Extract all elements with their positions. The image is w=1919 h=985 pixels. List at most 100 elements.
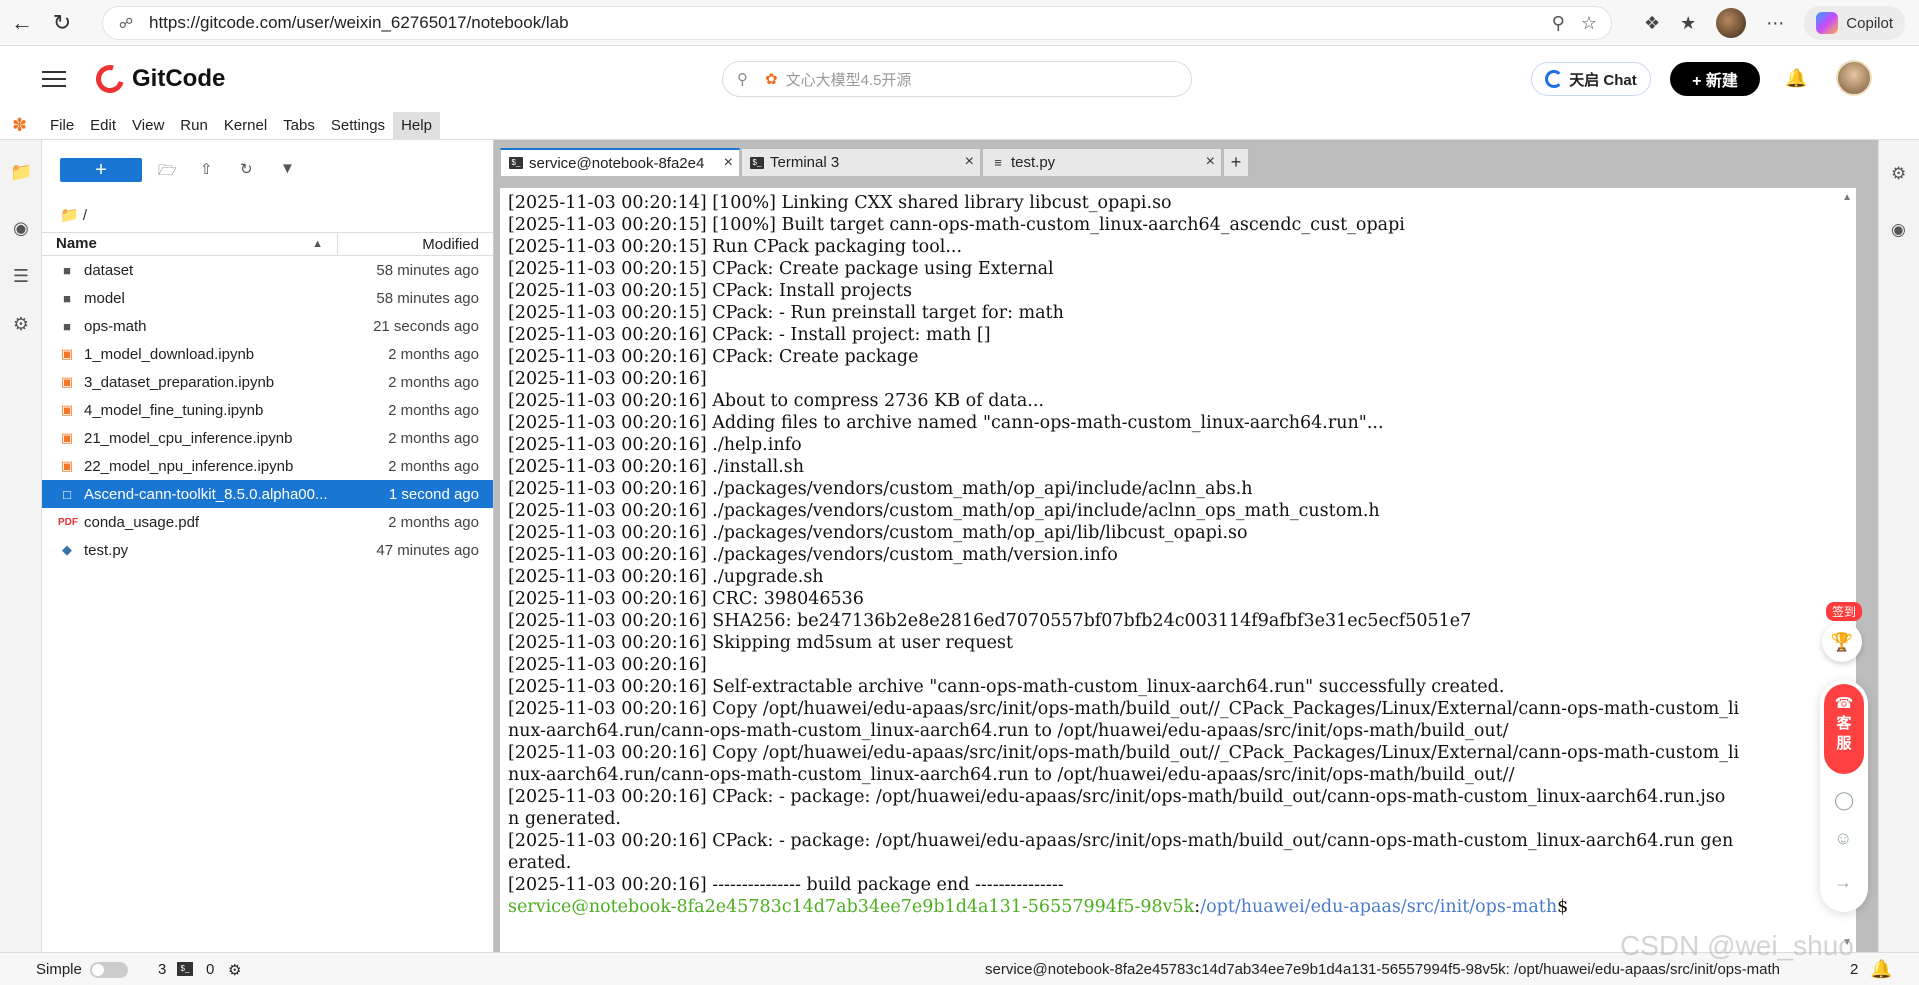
tab-service-terminal[interactable]: $_ service@notebook-8fa2e4 × xyxy=(500,148,740,176)
filter-icon[interactable]: ▼ xyxy=(280,160,295,177)
debugger-icon[interactable]: ◉ xyxy=(1891,220,1906,240)
back-icon[interactable]: ← xyxy=(2,3,42,43)
terminal-prompt[interactable]: service@notebook-8fa2e45783c14d7ab34ee7e… xyxy=(508,896,1856,918)
notebook-icon: ▣ xyxy=(60,458,74,473)
gitcode-brand: GitCode xyxy=(132,65,226,92)
close-icon[interactable]: × xyxy=(724,154,733,172)
notification-bell-icon[interactable]: 🔔 xyxy=(1870,959,1892,980)
new-launcher-button[interactable]: + xyxy=(60,158,142,182)
file-row[interactable]: ▣ 4_model_fine_tuning.ipynb 2 months ago xyxy=(42,396,493,424)
menu-kernel[interactable]: Kernel xyxy=(216,112,275,140)
file-row[interactable]: ■ model 58 minutes ago xyxy=(42,284,493,312)
menu-run[interactable]: Run xyxy=(172,112,216,140)
file-row[interactable]: ▣ 22_model_npu_inference.ipynb 2 months ag… xyxy=(42,452,493,480)
folder-icon: ■ xyxy=(63,318,71,334)
tab-terminal-3[interactable]: $_ Terminal 3 × xyxy=(741,148,981,176)
modified-column-header[interactable]: Modified xyxy=(338,236,493,253)
browser-actions: ❖ ★ ⋯ Copilot xyxy=(1644,0,1919,46)
menu-settings[interactable]: Settings xyxy=(323,112,393,140)
menu-file[interactable]: File xyxy=(42,112,82,140)
notebook-icon: ▣ xyxy=(60,430,74,445)
terminal-output[interactable]: [2025-11-03 00:20:14] [100%] Linking CXX… xyxy=(500,188,1856,952)
terminal-status-icon[interactable]: $_ xyxy=(177,962,193,976)
file-row[interactable]: ▣ 21_model_cpu_inference.ipynb 2 months ag… xyxy=(42,424,493,452)
feedback-icon[interactable]: ◯ xyxy=(1834,790,1854,811)
simple-mode-toggle[interactable] xyxy=(90,962,128,978)
menu-edit[interactable]: Edit xyxy=(82,112,124,140)
hamburger-menu-icon[interactable] xyxy=(42,71,66,87)
tab-test-py[interactable]: ≡ test.py × xyxy=(982,148,1222,176)
address-bar[interactable]: ☍ https://gitcode.com/user/weixin_627650… xyxy=(102,6,1612,40)
main-dock-area: $_ service@notebook-8fa2e4 × $_ Terminal… xyxy=(494,140,1878,952)
menu-tabs[interactable]: Tabs xyxy=(275,112,323,140)
terminal-line: [2025-11-03 00:20:16] xyxy=(508,655,707,675)
file-name: dataset xyxy=(84,261,134,279)
file-name: conda_usage.pdf xyxy=(84,513,200,531)
notebook-icon: ▣ xyxy=(60,374,74,389)
copilot-button[interactable]: Copilot xyxy=(1804,6,1905,40)
table-of-contents-icon[interactable]: ☰ xyxy=(10,266,32,288)
kernel-status-icon[interactable]: ⚙ xyxy=(228,961,241,979)
file-browser-panel: + 🗁 ⇧ ↻ ▼ 📁 / Name ▲ Modified ■ dataset 58… xyxy=(42,140,494,952)
copilot-icon xyxy=(1816,12,1839,34)
terminal-line: [2025-11-03 00:20:15] CPack: - Run prein… xyxy=(508,303,1064,323)
file-row[interactable]: PDF conda_usage.pdf 2 months ago xyxy=(42,508,493,536)
name-column-header[interactable]: Name ▲ xyxy=(42,232,338,256)
menu-help[interactable]: Help xyxy=(393,111,440,140)
file-browser-icon[interactable]: 📁 xyxy=(10,162,32,184)
close-icon[interactable]: × xyxy=(1206,153,1215,171)
extensions-icon[interactable]: ❖ xyxy=(1644,13,1660,34)
file-row[interactable]: ■ dataset 58 minutes ago xyxy=(42,256,493,284)
sign-in-widget[interactable]: 签到 🏆 xyxy=(1820,602,1864,662)
file-row[interactable]: ▣ 1_model_download.ipynb 2 months ago xyxy=(42,340,493,368)
customer-service-button[interactable]: ☎ 客服 xyxy=(1824,684,1864,774)
file-modified: 21 seconds ago xyxy=(373,317,479,335)
new-button[interactable]: + 新建 xyxy=(1670,62,1760,96)
file-name: test.py xyxy=(84,541,129,559)
arrow-right-icon[interactable]: → xyxy=(1834,872,1852,893)
more-icon[interactable]: ⋯ xyxy=(1766,13,1784,34)
terminal-line: nux-aarch64.run/cann-ops-math-custom_lin… xyxy=(508,765,1515,785)
terminal-status-text: service@notebook-8fa2e45783c14d7ab34ee7e… xyxy=(985,961,1780,978)
chat-button[interactable]: 天启 Chat xyxy=(1531,62,1651,96)
prompt-path: /opt/huawei/edu-apaas/src/init/ops-math xyxy=(1200,897,1558,917)
folder-icon: ■ xyxy=(63,290,71,306)
file-row[interactable]: ▣ 3_dataset_preparation.ipynb 2 months ago xyxy=(42,368,493,396)
terminal-lines: [2025-11-03 00:20:14] [100%] Linking CXX… xyxy=(500,188,1856,918)
browser-profile-avatar[interactable] xyxy=(1716,8,1747,38)
property-inspector-icon[interactable]: ⚙ xyxy=(1891,164,1906,184)
sign-in-badge: 签到 xyxy=(1826,602,1863,621)
name-column-label: Name xyxy=(56,235,97,252)
new-folder-icon[interactable]: 🗁 xyxy=(158,160,177,185)
reload-icon[interactable]: ↻ xyxy=(42,3,82,43)
user-avatar[interactable] xyxy=(1836,60,1872,96)
upload-icon[interactable]: ⇧ xyxy=(200,160,213,178)
jupyter-menubar: ✽ File Edit View Run Kernel Tabs Setting… xyxy=(0,111,1919,140)
file-modified: 58 minutes ago xyxy=(376,261,479,279)
menu-view[interactable]: View xyxy=(124,112,172,140)
headset-icon: ☎ xyxy=(1834,695,1854,712)
search-input[interactable]: ⚲ ✿ 文心大模型4.5开源 xyxy=(722,61,1192,97)
sort-caret-up-icon: ▲ xyxy=(312,238,323,250)
add-tab-icon[interactable]: + xyxy=(1223,148,1249,176)
terminal-line: [2025-11-03 00:20:16] --------------- bu… xyxy=(508,875,1064,895)
extensions-puzzle-icon[interactable]: ⚙ xyxy=(10,314,32,336)
gitcode-logo[interactable]: GitCode xyxy=(90,59,226,99)
site-info-icon[interactable]: ☍ xyxy=(115,15,137,32)
smiley-icon[interactable]: ☺ xyxy=(1834,828,1852,849)
file-row[interactable]: □ Ascend-cann-toolkit_8.5.0.alpha00... 1 s… xyxy=(42,480,493,508)
terminal-line: [2025-11-03 00:20:16] About to compress … xyxy=(508,391,1044,411)
favorites-icon[interactable]: ★ xyxy=(1680,13,1696,34)
scroll-up-icon[interactable]: ▲ xyxy=(1842,192,1852,203)
folder-icon[interactable]: 📁 xyxy=(60,207,79,224)
notification-count: 2 xyxy=(1850,961,1859,978)
notification-bell-icon[interactable]: 🔔 xyxy=(1785,68,1807,89)
file-row[interactable]: ■ ops-math 21 seconds ago xyxy=(42,312,493,340)
running-sessions-icon[interactable]: ◉ xyxy=(10,218,32,240)
breadcrumb-root[interactable]: / xyxy=(83,207,87,224)
refresh-icon[interactable]: ↻ xyxy=(240,160,253,178)
zoom-icon[interactable]: ⚲ xyxy=(1552,13,1565,34)
favorite-star-icon[interactable]: ☆ xyxy=(1581,13,1597,34)
close-icon[interactable]: × xyxy=(965,153,974,171)
file-row[interactable]: ◆ test.py 47 minutes ago xyxy=(42,536,493,564)
